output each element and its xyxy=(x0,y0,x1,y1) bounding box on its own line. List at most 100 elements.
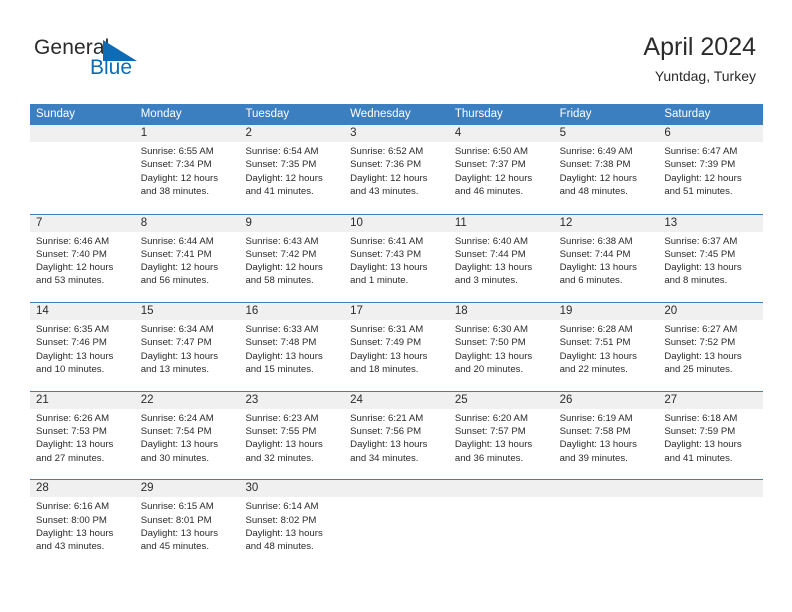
sunrise-text: Sunrise: 6:41 AM xyxy=(350,235,424,247)
day-number xyxy=(36,125,135,142)
day-details: Sunrise: 6:23 AM Sunset: 7:55 PM Dayligh… xyxy=(245,412,344,465)
weekday-header-friday: Friday xyxy=(559,108,592,120)
day-cell[interactable]: 4 Sunrise: 6:50 AM Sunset: 7:37 PM Dayli… xyxy=(449,125,554,214)
day-cell[interactable] xyxy=(30,125,135,214)
day-details: Sunrise: 6:54 AM Sunset: 7:35 PM Dayligh… xyxy=(245,145,344,198)
day-details: Sunrise: 6:44 AM Sunset: 7:41 PM Dayligh… xyxy=(141,235,240,288)
day-details: Sunrise: 6:37 AM Sunset: 7:45 PM Dayligh… xyxy=(664,235,763,288)
daylight-text-line1: Daylight: 12 hours xyxy=(559,172,637,184)
sunrise-text: Sunrise: 6:14 AM xyxy=(245,501,319,513)
daylight-text-line1: Daylight: 13 hours xyxy=(36,527,114,539)
day-number: 26 xyxy=(559,393,573,406)
sunrise-text: Sunrise: 6:38 AM xyxy=(559,235,633,247)
day-details: Sunrise: 6:52 AM Sunset: 7:36 PM Dayligh… xyxy=(350,145,449,198)
day-cell[interactable]: 24 Sunrise: 6:21 AM Sunset: 7:56 PM Dayl… xyxy=(344,392,449,480)
day-cell[interactable]: 18 Sunrise: 6:30 AM Sunset: 7:50 PM Dayl… xyxy=(449,303,554,391)
daylight-text-line1: Daylight: 12 hours xyxy=(36,262,114,274)
sunset-text: Sunset: 7:53 PM xyxy=(36,426,107,438)
day-cell[interactable]: 8 Sunrise: 6:44 AM Sunset: 7:41 PM Dayli… xyxy=(135,215,240,303)
day-cell[interactable]: 27 Sunrise: 6:18 AM Sunset: 7:59 PM Dayl… xyxy=(658,392,763,480)
sunset-text: Sunset: 7:45 PM xyxy=(664,248,736,260)
sunset-text: Sunset: 7:43 PM xyxy=(350,248,422,260)
daylight-text-line2: and 39 minutes. xyxy=(559,452,628,464)
day-cell[interactable]: 29 Sunrise: 6:15 AM Sunset: 8:01 PM Dayl… xyxy=(135,480,240,568)
daylight-text-line2: and 41 minutes. xyxy=(245,185,314,197)
day-cell[interactable]: 26 Sunrise: 6:19 AM Sunset: 7:58 PM Dayl… xyxy=(554,392,659,480)
weekday-header-row: Sunday Monday Tuesday Wednesday Thursday… xyxy=(30,104,763,125)
daylight-text-line1: Daylight: 13 hours xyxy=(664,439,742,451)
sunrise-text: Sunrise: 6:24 AM xyxy=(140,412,214,424)
day-cell[interactable]: 21 Sunrise: 6:26 AM Sunset: 7:53 PM Dayl… xyxy=(30,392,135,480)
sunrise-text: Sunrise: 6:23 AM xyxy=(245,412,319,424)
day-cell[interactable]: 15 Sunrise: 6:34 AM Sunset: 7:47 PM Dayl… xyxy=(135,303,240,391)
sunrise-text: Sunrise: 6:28 AM xyxy=(559,324,633,336)
day-cell[interactable] xyxy=(449,480,554,568)
daylight-text-line1: Daylight: 13 hours xyxy=(350,262,428,274)
day-cell[interactable]: 9 Sunrise: 6:43 AM Sunset: 7:42 PM Dayli… xyxy=(239,215,344,303)
day-cell[interactable]: 17 Sunrise: 6:31 AM Sunset: 7:49 PM Dayl… xyxy=(344,303,449,391)
sunrise-text: Sunrise: 6:35 AM xyxy=(36,324,110,336)
day-cell[interactable]: 16 Sunrise: 6:33 AM Sunset: 7:48 PM Dayl… xyxy=(239,303,344,391)
daylight-text-line2: and 10 minutes. xyxy=(36,364,105,376)
daylight-text-line2: and 56 minutes. xyxy=(140,275,209,287)
daylight-text-line2: and 32 minutes. xyxy=(245,452,314,464)
day-cell[interactable]: 22 Sunrise: 6:24 AM Sunset: 7:54 PM Dayl… xyxy=(135,392,240,480)
day-cell[interactable]: 14 Sunrise: 6:35 AM Sunset: 7:46 PM Dayl… xyxy=(30,303,135,391)
day-cell[interactable]: 7 Sunrise: 6:46 AM Sunset: 7:40 PM Dayli… xyxy=(30,215,135,303)
day-cell[interactable] xyxy=(554,480,659,568)
sunrise-text: Sunrise: 6:26 AM xyxy=(36,412,110,424)
sunrise-text: Sunrise: 6:40 AM xyxy=(454,235,528,247)
day-cell[interactable]: 19 Sunrise: 6:28 AM Sunset: 7:51 PM Dayl… xyxy=(554,303,659,391)
day-number: 12 xyxy=(559,216,573,229)
day-cell[interactable]: 3 Sunrise: 6:52 AM Sunset: 7:36 PM Dayli… xyxy=(344,125,449,214)
day-cell[interactable] xyxy=(344,480,449,568)
day-cell[interactable]: 12 Sunrise: 6:38 AM Sunset: 7:44 PM Dayl… xyxy=(554,215,659,303)
sunrise-text: Sunrise: 6:21 AM xyxy=(350,412,424,424)
sunset-text: Sunset: 7:42 PM xyxy=(245,248,317,260)
day-cell[interactable]: 23 Sunrise: 6:23 AM Sunset: 7:55 PM Dayl… xyxy=(239,392,344,480)
daylight-text-line2: and 43 minutes. xyxy=(36,541,105,553)
day-cell[interactable] xyxy=(658,480,763,568)
daylight-text-line2: and 43 minutes. xyxy=(350,185,419,197)
daylight-text-line1: Daylight: 13 hours xyxy=(36,350,114,362)
sunset-text: Sunset: 7:58 PM xyxy=(559,426,631,438)
day-cell[interactable]: 6 Sunrise: 6:47 AM Sunset: 7:39 PM Dayli… xyxy=(658,125,763,214)
day-cell[interactable]: 1 Sunrise: 6:55 AM Sunset: 7:34 PM Dayli… xyxy=(135,125,240,214)
day-number xyxy=(350,480,449,497)
day-cell[interactable]: 10 Sunrise: 6:41 AM Sunset: 7:43 PM Dayl… xyxy=(344,215,449,303)
general-blue-logo[interactable]: General Blue xyxy=(34,36,234,86)
calendar-table: Sunday Monday Tuesday Wednesday Thursday… xyxy=(30,104,763,568)
day-cell[interactable]: 13 Sunrise: 6:37 AM Sunset: 7:45 PM Dayl… xyxy=(658,215,763,303)
sunrise-text: Sunrise: 6:27 AM xyxy=(664,324,738,336)
sunset-text: Sunset: 7:50 PM xyxy=(454,337,526,349)
sunrise-text: Sunrise: 6:49 AM xyxy=(559,146,633,157)
day-cell[interactable]: 5 Sunrise: 6:49 AM Sunset: 7:38 PM Dayli… xyxy=(554,125,659,214)
page-header: General Blue April 2024 Yuntdag, Turkey xyxy=(0,0,792,100)
day-number: 8 xyxy=(140,216,148,229)
weekday-header-wednesday: Wednesday xyxy=(350,108,411,120)
sunrise-text: Sunrise: 6:20 AM xyxy=(454,412,528,424)
sunrise-text: Sunrise: 6:54 AM xyxy=(245,146,319,157)
sunrise-text: Sunrise: 6:19 AM xyxy=(559,412,633,424)
daylight-text-line1: Daylight: 13 hours xyxy=(245,350,323,362)
day-cell[interactable]: 20 Sunrise: 6:27 AM Sunset: 7:52 PM Dayl… xyxy=(658,303,763,391)
sunset-text: Sunset: 7:47 PM xyxy=(140,337,212,349)
day-cell[interactable]: 11 Sunrise: 6:40 AM Sunset: 7:44 PM Dayl… xyxy=(449,215,554,303)
sunset-text: Sunset: 7:55 PM xyxy=(245,426,317,438)
daylight-text-line1: Daylight: 12 hours xyxy=(140,262,219,274)
day-number: 18 xyxy=(454,305,468,318)
sunrise-text: Sunrise: 6:37 AM xyxy=(664,235,738,247)
day-number: 30 xyxy=(245,482,259,495)
daylight-text-line1: Daylight: 13 hours xyxy=(140,439,219,451)
day-cell[interactable]: 25 Sunrise: 6:20 AM Sunset: 7:57 PM Dayl… xyxy=(449,392,554,480)
day-number: 17 xyxy=(350,305,363,318)
sunset-text: Sunset: 8:02 PM xyxy=(245,514,317,526)
day-cell[interactable]: 28 Sunrise: 6:16 AM Sunset: 8:00 PM Dayl… xyxy=(30,480,135,568)
daylight-text-line2: and 34 minutes. xyxy=(350,452,419,464)
daylight-text-line2: and 18 minutes. xyxy=(350,364,419,376)
daylight-text-line2: and 41 minutes. xyxy=(664,452,733,464)
day-cell[interactable]: 30 Sunrise: 6:14 AM Sunset: 8:02 PM Dayl… xyxy=(239,480,344,568)
sunrise-text: Sunrise: 6:15 AM xyxy=(140,501,214,513)
day-cell[interactable]: 2 Sunrise: 6:54 AM Sunset: 7:35 PM Dayli… xyxy=(239,125,344,214)
day-details: Sunrise: 6:40 AM Sunset: 7:44 PM Dayligh… xyxy=(455,235,554,288)
